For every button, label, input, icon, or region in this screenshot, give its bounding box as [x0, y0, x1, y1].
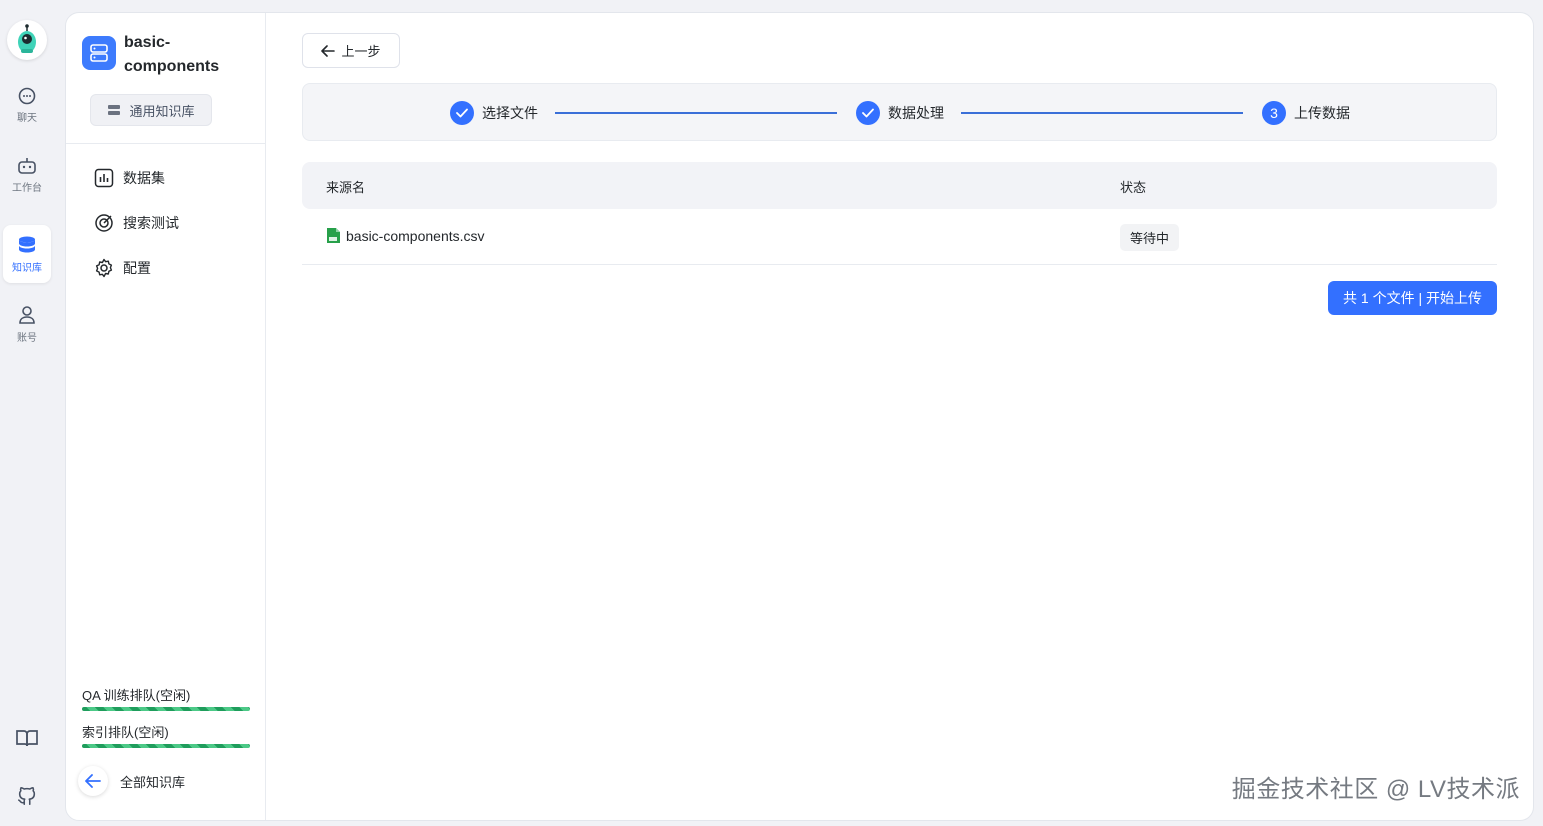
qa-queue: QA 训练排队(空闲)	[82, 687, 250, 711]
server-small-icon	[108, 105, 121, 115]
app-logo[interactable]	[7, 20, 47, 60]
prev-step-label: 上一步	[341, 44, 381, 59]
nav-knowledge-base-label: 知识库	[12, 262, 42, 274]
menu-search-test[interactable]: 搜索测试	[94, 211, 179, 235]
user-icon	[19, 305, 35, 324]
all-kb-link[interactable]: 全部知识库	[78, 766, 185, 796]
kb-name: basic-components	[124, 34, 220, 75]
main-panel: basic-components 通用知识库 数据集 搜索测试 配置 QA 训练…	[65, 12, 1534, 821]
kb-avatar	[82, 36, 116, 70]
import-content: 上一步 选择文件 数据处理 3 上传数据 来源名 状态 basic-compon…	[302, 13, 1497, 820]
nav-chat[interactable]: 聊天	[3, 76, 51, 134]
robot-logo-icon	[18, 24, 36, 53]
step-process-data-label: 数据处理	[888, 105, 944, 121]
step-connector	[555, 112, 837, 114]
menu-dataset[interactable]: 数据集	[94, 166, 165, 190]
step-select-file-label: 选择文件	[482, 105, 538, 121]
csv-file-icon	[327, 228, 340, 243]
col-source-name: 来源名	[326, 180, 366, 195]
index-queue-label: 索引排队(空闲)	[82, 725, 169, 740]
step-upload-data-label: 上传数据	[1294, 105, 1350, 121]
back-arrow-button[interactable]	[78, 766, 108, 796]
kb-type-label: 通用知识库	[129, 103, 195, 119]
menu-dataset-label: 数据集	[123, 170, 165, 186]
step-upload-data: 3 上传数据	[1262, 101, 1350, 125]
gear-icon	[95, 258, 113, 278]
arrow-left-icon	[321, 44, 336, 57]
step-select-file: 选择文件	[450, 101, 538, 125]
arrow-left-icon	[85, 774, 101, 788]
nav-account-label: 账号	[17, 332, 37, 344]
file-name-cell: basic-components.csv	[326, 227, 485, 244]
kb-type-badge: 通用知识库	[90, 94, 212, 126]
check-icon	[450, 101, 474, 125]
book-icon	[16, 730, 38, 747]
stepper: 选择文件 数据处理 3 上传数据	[302, 83, 1497, 141]
server-icon	[90, 44, 108, 62]
table-row: basic-components.csv 等待中	[302, 209, 1497, 265]
kb-header: basic-components	[82, 31, 234, 79]
nav-knowledge-base[interactable]: 知识库	[3, 225, 51, 283]
status-badge: 等待中	[1120, 224, 1180, 251]
target-icon	[95, 214, 113, 232]
nav-rail: 聊天 工作台 知识库 账号	[0, 0, 54, 826]
prev-step-button[interactable]: 上一步	[302, 33, 400, 68]
docs-button[interactable]	[14, 725, 40, 751]
github-button[interactable]	[14, 783, 40, 809]
watermark: 掘金技术社区 @ LV技术派	[1231, 776, 1520, 803]
menu-config[interactable]: 配置	[94, 256, 151, 280]
qa-queue-label: QA 训练排队(空闲)	[82, 688, 191, 703]
step-process-data: 数据处理	[856, 101, 944, 125]
step-connector	[961, 112, 1243, 114]
nav-account[interactable]: 账号	[3, 295, 51, 353]
qa-queue-progress	[82, 707, 250, 711]
nav-workbench-label: 工作台	[12, 182, 42, 194]
check-icon	[856, 101, 880, 125]
chart-icon	[94, 168, 114, 188]
menu-search-test-label: 搜索测试	[123, 215, 179, 231]
sidebar-divider	[66, 143, 266, 144]
nav-chat-label: 聊天	[17, 112, 37, 124]
upload-table: 来源名 状态 basic-components.csv 等待中	[302, 162, 1497, 265]
nav-workbench[interactable]: 工作台	[3, 146, 51, 204]
table-header: 来源名 状态	[302, 162, 1497, 209]
start-upload-button[interactable]: 共 1 个文件 | 开始上传	[1328, 281, 1497, 315]
menu-config-label: 配置	[123, 260, 151, 276]
index-queue-progress	[82, 744, 250, 748]
step-number: 3	[1262, 101, 1286, 125]
database-icon	[19, 236, 35, 252]
all-kb-label: 全部知识库	[120, 774, 186, 790]
file-name: basic-components.csv	[346, 227, 485, 244]
github-icon	[17, 787, 36, 806]
index-queue: 索引排队(空闲)	[82, 724, 250, 748]
col-status: 状态	[1120, 180, 1147, 195]
robot-icon	[18, 157, 36, 174]
kb-sidebar: basic-components 通用知识库 数据集 搜索测试 配置 QA 训练…	[66, 13, 266, 820]
chat-bubble-icon	[18, 87, 36, 104]
